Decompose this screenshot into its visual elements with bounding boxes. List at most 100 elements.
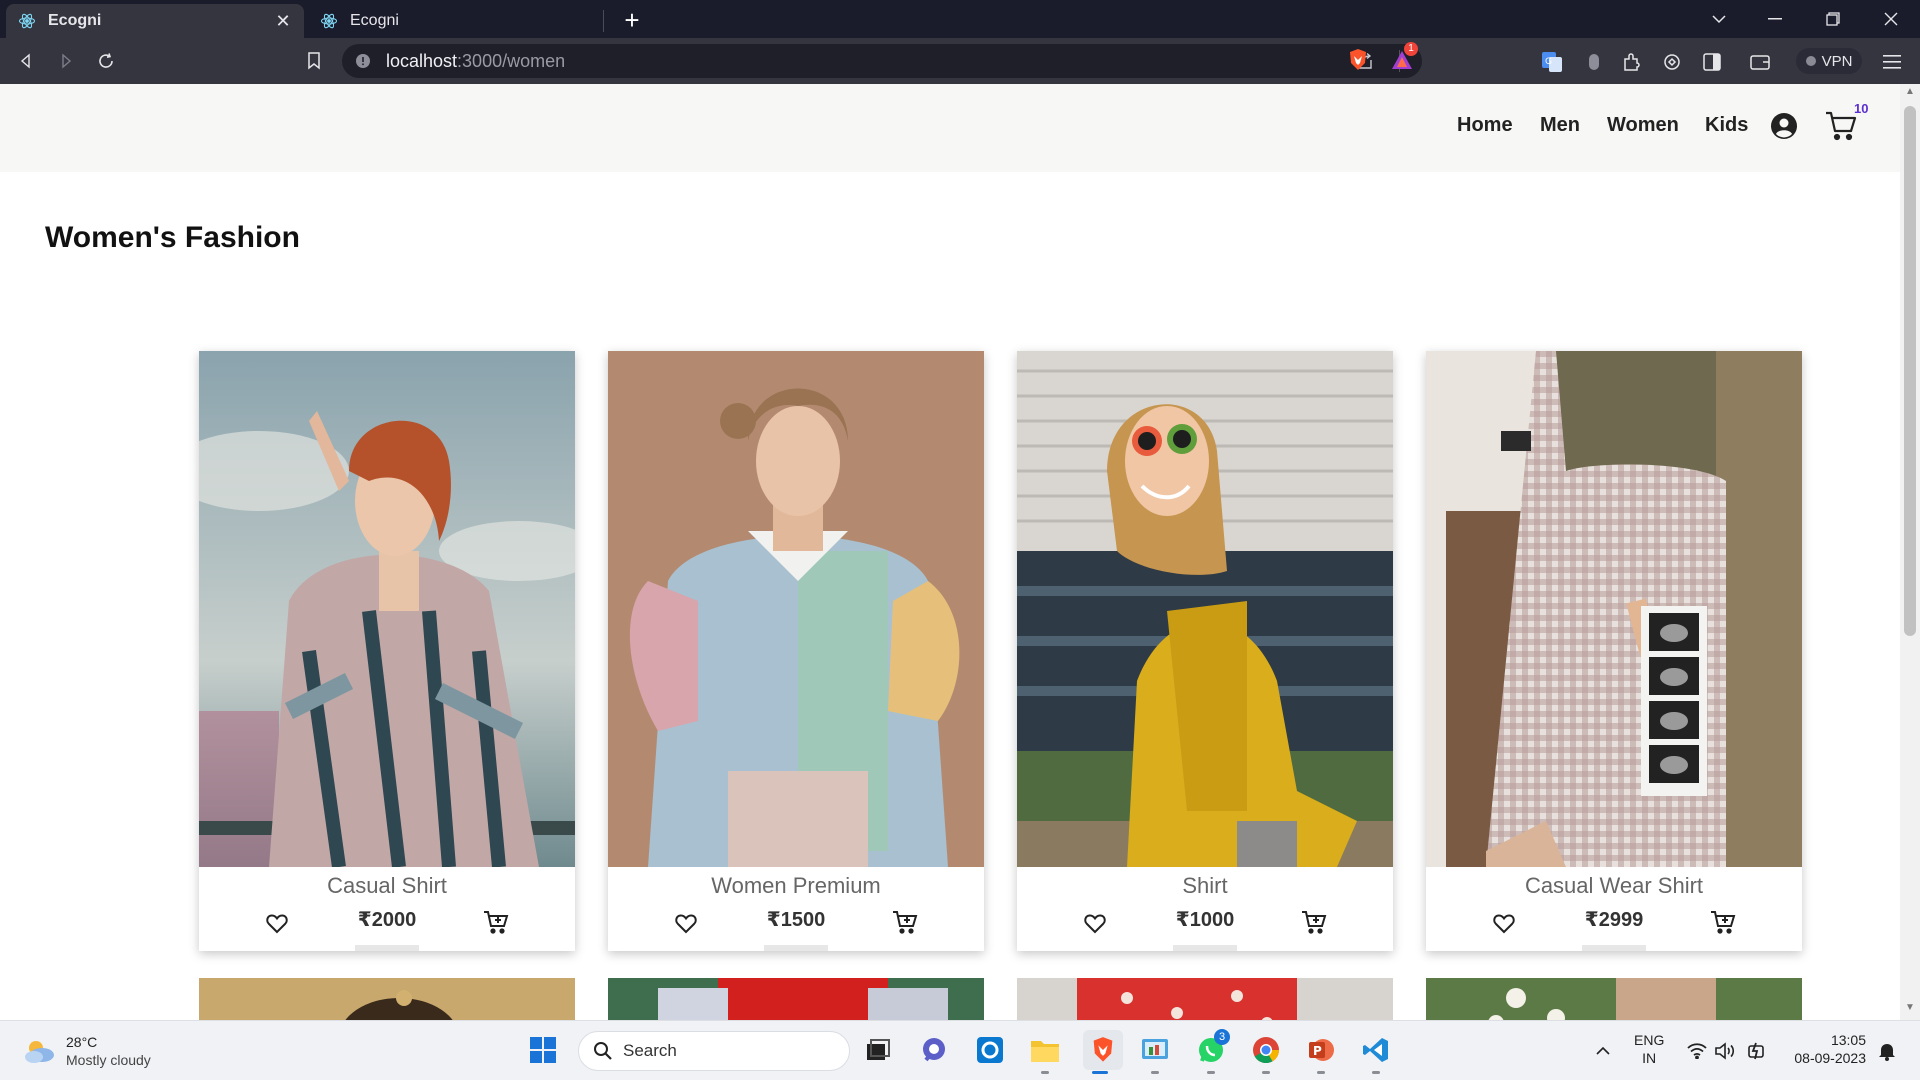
- nav-women[interactable]: Women: [1607, 114, 1679, 137]
- product-card[interactable]: Women Premium ₹1500: [608, 351, 984, 951]
- language-code: ENG: [1634, 1032, 1665, 1048]
- browser-tab-active[interactable]: Ecogni ✕: [6, 4, 304, 38]
- teams-chat-icon[interactable]: [917, 1033, 951, 1067]
- powerpoint-icon[interactable]: P: [1304, 1033, 1338, 1067]
- svg-text:P: P: [1313, 1044, 1322, 1058]
- close-icon[interactable]: ✕: [272, 10, 294, 32]
- sidebar-toggle-icon[interactable]: [1700, 50, 1724, 74]
- cart-count-badge: 10: [1854, 101, 1869, 116]
- product-card-partial[interactable]: [1426, 978, 1802, 1020]
- windows-start-icon[interactable]: [526, 1033, 560, 1067]
- product-card[interactable]: Casual Wear Shirt ₹2999: [1426, 351, 1802, 951]
- add-to-cart-icon[interactable]: [1301, 909, 1327, 935]
- add-to-cart-icon[interactable]: [892, 909, 918, 935]
- page-viewport: Home Men Women Kids 10 Women's Fashion C…: [0, 84, 1920, 1020]
- active-indicator: [1092, 1071, 1108, 1074]
- forward-icon[interactable]: [50, 46, 82, 76]
- address-bar[interactable]: localhost:3000/women: [342, 44, 1422, 78]
- notifications-bell-icon[interactable]: [1876, 1041, 1898, 1061]
- page-title: Women's Fashion: [45, 221, 300, 254]
- running-indicator: [1151, 1071, 1159, 1074]
- site-info-icon[interactable]: [354, 52, 372, 70]
- clock-time: 13:05: [1830, 1032, 1866, 1048]
- product-image[interactable]: [199, 351, 575, 867]
- clock[interactable]: 13:05 08-09-2023: [1786, 1031, 1866, 1067]
- running-indicator: [1041, 1071, 1049, 1074]
- running-indicator: [1317, 1071, 1325, 1074]
- bookmark-icon[interactable]: [298, 46, 330, 76]
- vpn-button[interactable]: VPN: [1796, 48, 1862, 74]
- vpn-status-icon: [1805, 56, 1816, 66]
- translate-extension-icon[interactable]: G: [1540, 50, 1564, 74]
- nav-men[interactable]: Men: [1540, 114, 1580, 137]
- url-path: :3000/women: [457, 50, 566, 71]
- scroll-down-icon[interactable]: ▼: [1900, 1002, 1920, 1018]
- mouse-extension-icon[interactable]: [1582, 50, 1606, 74]
- browser-toolbar: localhost:3000/women 1 G VPN: [0, 38, 1920, 84]
- taskbar-search-box[interactable]: Search: [578, 1031, 850, 1071]
- browser-tab[interactable]: Ecogni: [308, 4, 604, 38]
- product-card-partial[interactable]: [608, 978, 984, 1020]
- show-hidden-icons-chevron-up-icon[interactable]: [1592, 1041, 1614, 1061]
- weather-temperature: 28°C: [66, 1034, 98, 1050]
- product-image[interactable]: [608, 978, 984, 1020]
- extensions-puzzle-icon[interactable]: [1620, 50, 1644, 74]
- cart-icon[interactable]: [1824, 108, 1858, 142]
- url-host: localhost: [386, 50, 458, 71]
- minimize-icon[interactable]: [1752, 4, 1798, 34]
- product-card-partial[interactable]: [1017, 978, 1393, 1020]
- add-to-cart-icon[interactable]: [1710, 909, 1736, 935]
- menu-icon[interactable]: [1880, 50, 1904, 74]
- battery-charging-icon[interactable]: [1746, 1041, 1768, 1061]
- product-card[interactable]: Shirt ₹1000: [1017, 351, 1393, 951]
- reload-icon[interactable]: [90, 46, 122, 76]
- product-name[interactable]: Women Premium: [608, 873, 984, 899]
- product-image[interactable]: [608, 351, 984, 867]
- product-image[interactable]: [1017, 978, 1393, 1020]
- file-explorer-icon[interactable]: [1028, 1033, 1062, 1067]
- page-scrollbar[interactable]: ▲ ▼: [1900, 84, 1920, 1020]
- scroll-thumb[interactable]: [1904, 106, 1916, 636]
- product-card[interactable]: Casual Shirt ₹2000: [199, 351, 575, 951]
- wifi-icon[interactable]: [1686, 1041, 1708, 1061]
- region-code: IN: [1642, 1050, 1657, 1066]
- restore-icon[interactable]: [1810, 4, 1856, 34]
- add-to-cart-icon[interactable]: [483, 909, 509, 935]
- card-underline: [1582, 945, 1646, 951]
- taskbar: 28°C Mostly cloudy Search 3 P ENG IN 13:…: [0, 1020, 1920, 1080]
- wallet-icon[interactable]: [1748, 50, 1772, 74]
- product-name[interactable]: Casual Shirt: [199, 873, 575, 899]
- product-image[interactable]: [199, 978, 575, 1020]
- brave-rewards-icon[interactable]: 1: [1390, 42, 1418, 72]
- product-name[interactable]: Shirt: [1017, 873, 1393, 899]
- product-name[interactable]: Casual Wear Shirt: [1426, 873, 1802, 899]
- sync-icon[interactable]: [1660, 50, 1684, 74]
- brave-browser-icon[interactable]: [1083, 1030, 1123, 1070]
- product-image[interactable]: [1017, 351, 1393, 867]
- nav-home[interactable]: Home: [1457, 114, 1513, 137]
- back-icon[interactable]: [10, 46, 42, 76]
- control-panel-icon[interactable]: [1138, 1033, 1172, 1067]
- task-view-icon[interactable]: [861, 1033, 895, 1067]
- volume-icon[interactable]: [1714, 1041, 1736, 1061]
- nav-kids[interactable]: Kids: [1705, 114, 1748, 137]
- whatsapp-icon[interactable]: 3: [1194, 1029, 1230, 1067]
- tab-list-chevron-down-icon[interactable]: [1696, 4, 1742, 34]
- weather-widget[interactable]: 28°C Mostly cloudy: [22, 1033, 151, 1069]
- card-underline: [1173, 945, 1237, 951]
- brave-shields-icon[interactable]: [1346, 48, 1370, 72]
- user-account-icon[interactable]: [1770, 112, 1798, 140]
- product-image[interactable]: [1426, 978, 1802, 1020]
- cortana-icon[interactable]: [973, 1033, 1007, 1067]
- window-close-icon[interactable]: [1868, 4, 1914, 34]
- product-image[interactable]: [1426, 351, 1802, 867]
- running-indicator: [1372, 1071, 1380, 1074]
- scroll-up-icon[interactable]: ▲: [1900, 86, 1920, 102]
- new-tab-button[interactable]: +: [618, 5, 646, 35]
- vpn-label: VPN: [1821, 52, 1853, 70]
- language-indicator[interactable]: ENG IN: [1634, 1031, 1664, 1067]
- vscode-icon[interactable]: [1359, 1033, 1393, 1067]
- product-price: ₹1500: [766, 909, 826, 931]
- product-card-partial[interactable]: [199, 978, 575, 1020]
- chrome-icon[interactable]: [1249, 1033, 1283, 1067]
